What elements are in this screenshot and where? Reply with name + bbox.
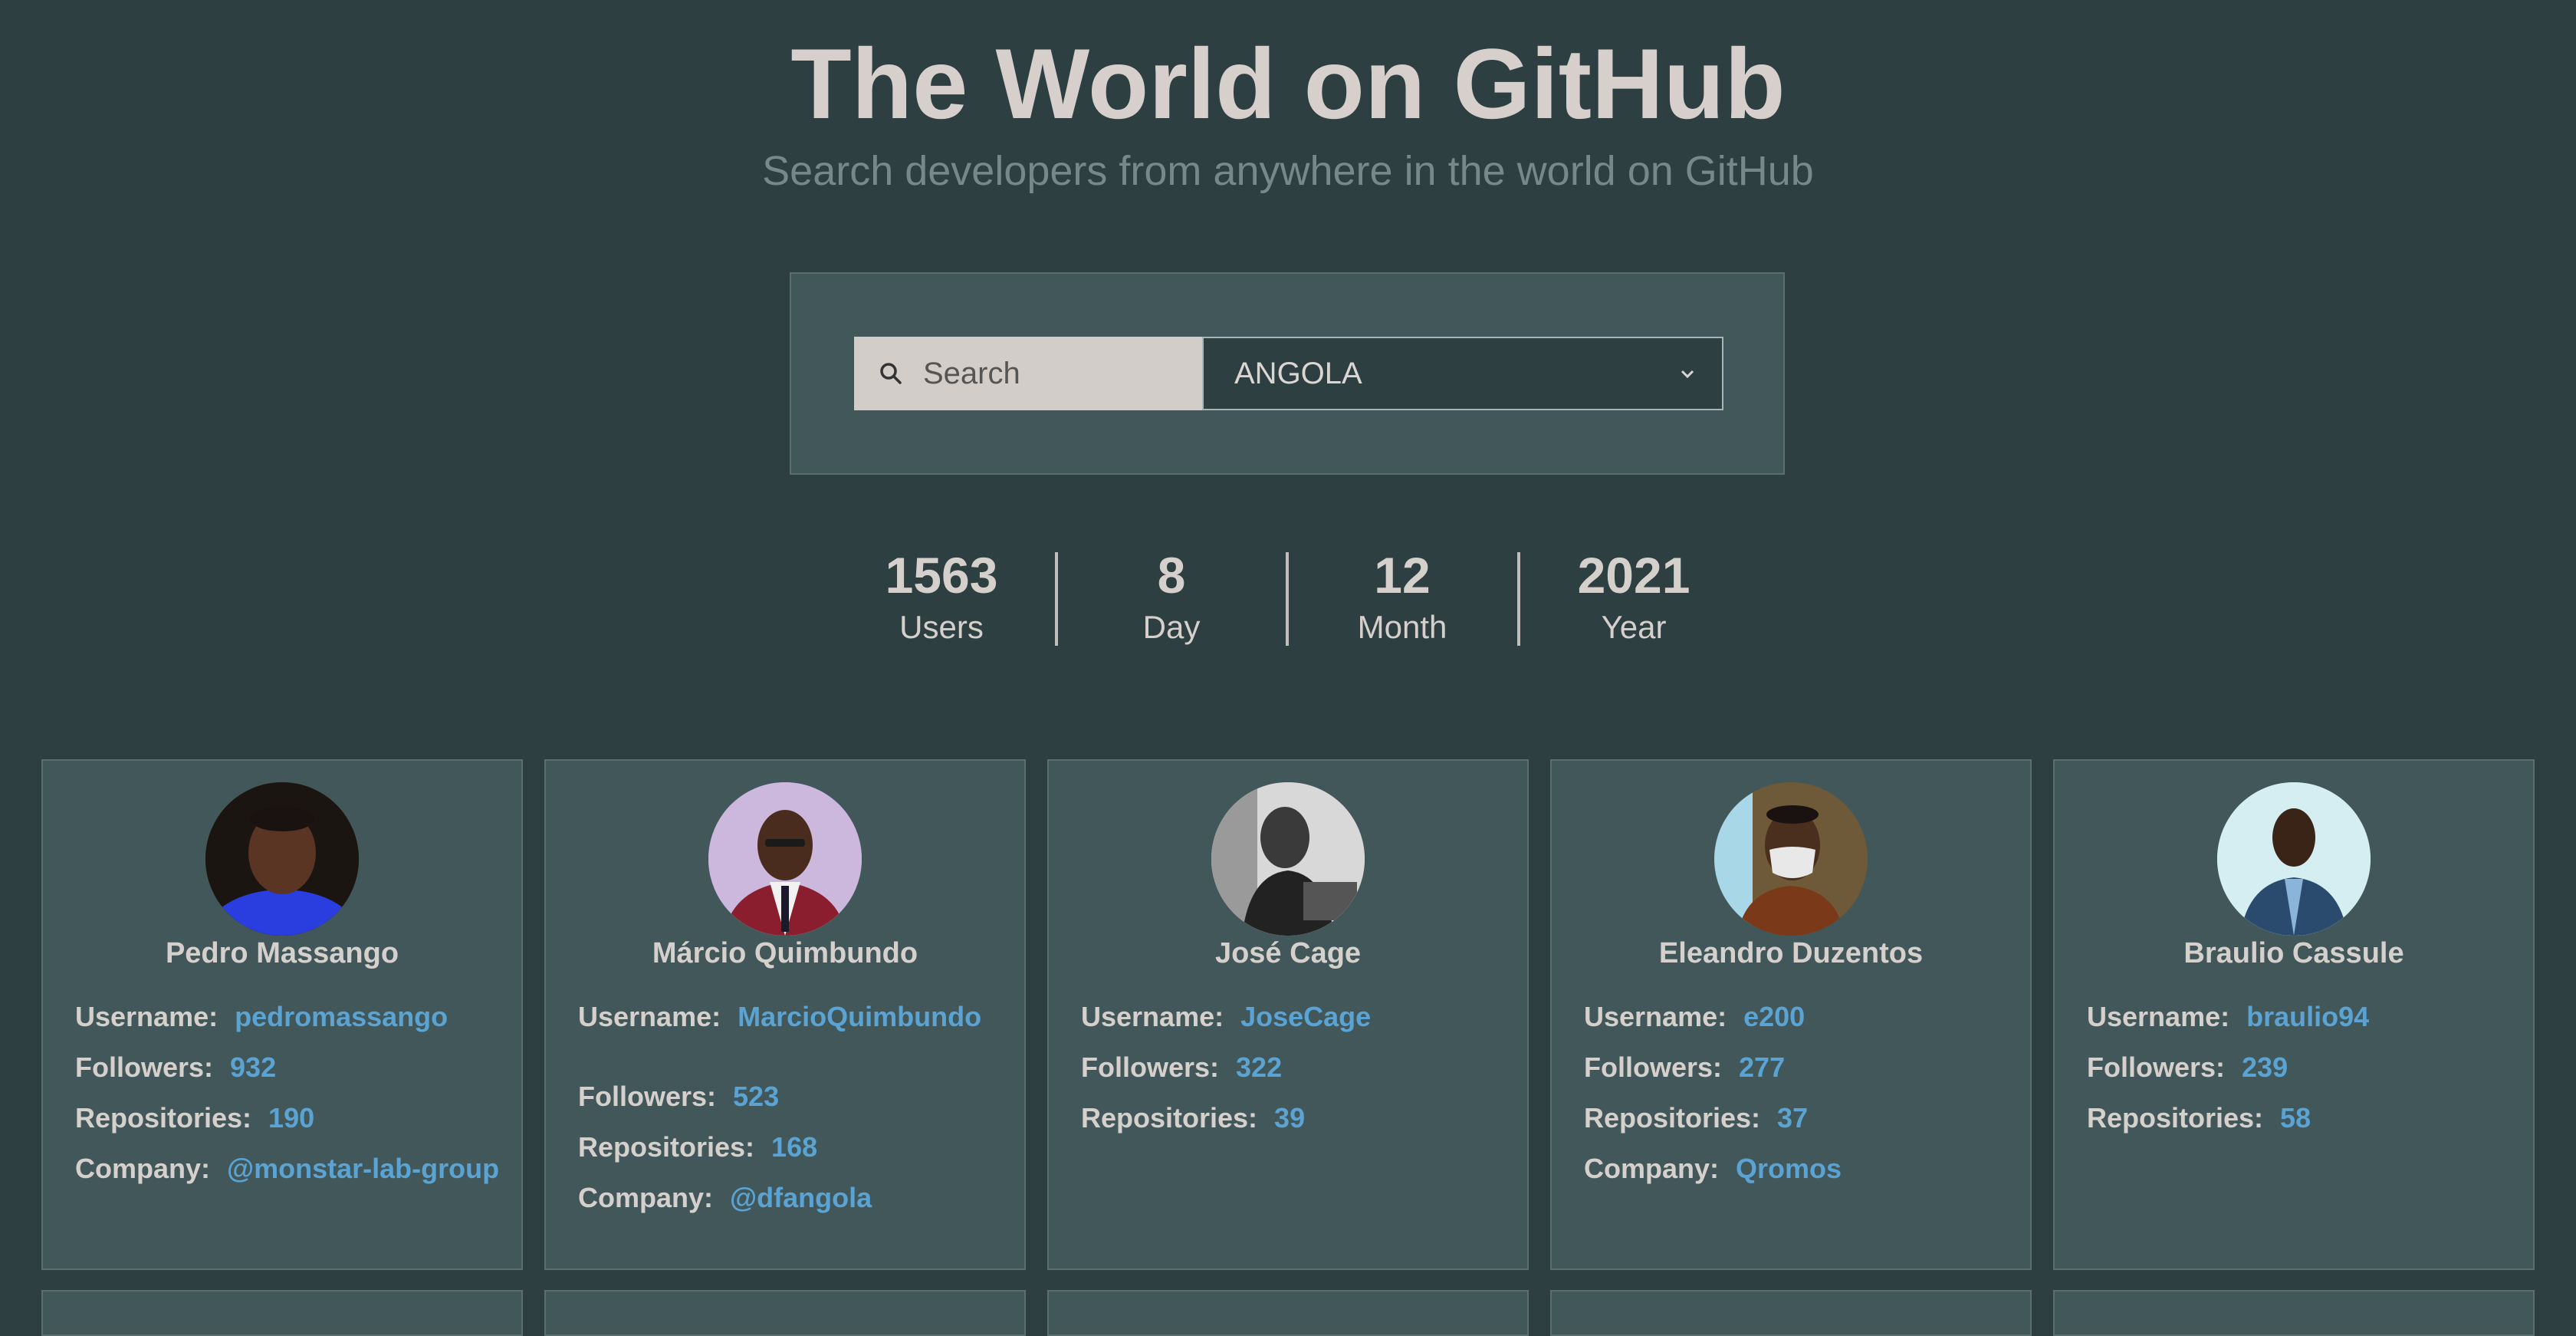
stat-year: 2021 Year <box>1519 543 1749 647</box>
info-repositories: Repositories: 39 <box>1081 1103 1510 1134</box>
followers-label: Followers: <box>75 1051 214 1083</box>
stat-value: 1563 <box>885 547 998 604</box>
username-link[interactable]: JoseCage <box>1240 1001 1371 1032</box>
username-label: Username: <box>578 1001 721 1032</box>
repositories-value[interactable]: 37 <box>1777 1102 1808 1134</box>
chevron-down-icon <box>1679 366 1696 383</box>
info-username: Username: MarcioQuimbundo <box>578 1002 1007 1032</box>
username-link[interactable]: MarcioQuimbundo <box>738 1001 981 1032</box>
user-name: José Cage <box>1214 937 1362 969</box>
company-label: Company: <box>1584 1153 1720 1184</box>
info-followers: Followers: 523 <box>578 1081 1007 1112</box>
user-name: Pedro Massango <box>165 937 399 969</box>
followers-label: Followers: <box>1081 1051 1220 1083</box>
info-repositories: Repositories: 58 <box>2087 1103 2516 1134</box>
info-company: Company: @dfangola <box>578 1183 1007 1213</box>
user-name: Braulio Cassule <box>2183 937 2404 969</box>
stat-value: 12 <box>1374 547 1431 604</box>
user-card[interactable] <box>41 1290 523 1336</box>
info-username: Username: braulio94 <box>2087 1002 2516 1032</box>
info-username: Username: JoseCage <box>1081 1002 1510 1032</box>
repositories-value[interactable]: 190 <box>268 1102 314 1134</box>
info-followers: Followers: 239 <box>2087 1052 2516 1083</box>
avatar[interactable] <box>1714 782 1868 936</box>
info-followers: Followers: 277 <box>1584 1052 2013 1083</box>
company-label: Company: <box>75 1153 211 1184</box>
followers-value[interactable]: 523 <box>733 1081 779 1112</box>
followers-value[interactable]: 277 <box>1739 1051 1785 1083</box>
stat-value: 2021 <box>1577 547 1691 604</box>
username-link[interactable]: braulio94 <box>2246 1001 2369 1032</box>
username-label: Username: <box>75 1001 219 1032</box>
company-link[interactable]: Qromos <box>1736 1153 1842 1184</box>
user-card[interactable] <box>1550 1290 2032 1336</box>
user-card[interactable]: Eleandro Duzentos Username: e200 Follower… <box>1550 759 2032 1270</box>
user-card[interactable] <box>2053 1290 2535 1336</box>
info-followers: Followers: 932 <box>75 1052 504 1083</box>
search-input[interactable] <box>854 337 1202 410</box>
user-name: Márcio Quimbundo <box>652 937 918 969</box>
repositories-value[interactable]: 58 <box>2280 1102 2311 1134</box>
followers-value[interactable]: 322 <box>1236 1051 1282 1083</box>
username-label: Username: <box>1584 1001 1727 1032</box>
username-label: Username: <box>2087 1001 2230 1032</box>
info-repositories: Repositories: 168 <box>578 1132 1007 1163</box>
followers-label: Followers: <box>2087 1051 2226 1083</box>
stat-month: 12 Month <box>1287 543 1517 647</box>
username-link[interactable]: pedromassango <box>235 1001 448 1032</box>
followers-label: Followers: <box>1584 1051 1723 1083</box>
page-subtitle: Search developers from anywhere in the w… <box>762 148 1814 194</box>
stat-day: 8 Day <box>1056 543 1286 647</box>
company-link[interactable]: @monstar-lab-group <box>227 1153 499 1184</box>
stat-users: 1563 Users <box>826 543 1056 647</box>
user-card[interactable] <box>544 1290 1026 1336</box>
info-followers: Followers: 322 <box>1081 1052 1510 1083</box>
followers-value[interactable]: 932 <box>230 1051 276 1083</box>
stat-label: Users <box>899 609 984 645</box>
repositories-value[interactable]: 39 <box>1274 1102 1305 1134</box>
followers-value[interactable]: 239 <box>2242 1051 2288 1083</box>
info-username: Username: pedromassango <box>75 1002 504 1032</box>
repositories-label: Repositories: <box>578 1131 755 1163</box>
repositories-value[interactable]: 168 <box>771 1131 817 1163</box>
user-card[interactable]: José Cage Username: JoseCage Followers: 32… <box>1047 759 1529 1270</box>
info-username: Username: e200 <box>1584 1002 2013 1032</box>
avatar[interactable] <box>205 782 359 936</box>
info-company: Company: Qromos <box>1584 1153 2013 1184</box>
stat-label: Day <box>1142 609 1201 645</box>
stat-value: 8 <box>1157 547 1186 604</box>
search-panel: ANGOLA <box>790 272 1785 475</box>
user-card[interactable]: Pedro Massango Username: pedromassango Fo… <box>41 759 523 1270</box>
search-box[interactable] <box>854 337 1202 410</box>
repositories-label: Repositories: <box>2087 1102 2264 1134</box>
repositories-label: Repositories: <box>1584 1102 1761 1134</box>
info-company: Company: @monstar-lab-group <box>75 1153 504 1184</box>
repositories-label: Repositories: <box>75 1102 252 1134</box>
user-name: Eleandro Duzentos <box>1658 937 1924 969</box>
page-title: The World on GitHub <box>790 28 1786 140</box>
stat-label: Year <box>1601 609 1667 645</box>
repositories-label: Repositories: <box>1081 1102 1258 1134</box>
followers-label: Followers: <box>578 1081 717 1112</box>
info-repositories: Repositories: 37 <box>1584 1103 2013 1134</box>
country-select[interactable]: ANGOLA <box>1202 337 1723 410</box>
username-label: Username: <box>1081 1001 1224 1032</box>
avatar[interactable] <box>2217 782 2371 936</box>
avatar[interactable] <box>708 782 862 936</box>
user-card[interactable]: Márcio Quimbundo Username: MarcioQuimbund… <box>544 759 1026 1270</box>
avatar[interactable] <box>1211 782 1365 936</box>
username-link[interactable]: e200 <box>1743 1001 1805 1032</box>
country-select-value: ANGOLA <box>1234 357 1362 390</box>
company-label: Company: <box>578 1182 714 1213</box>
stat-label: Month <box>1357 609 1447 645</box>
user-card[interactable] <box>1047 1290 1529 1336</box>
company-link[interactable]: @dfangola <box>730 1182 872 1213</box>
user-card[interactable]: Braulio Cassule Username: braulio94 Follo… <box>2053 759 2535 1270</box>
info-repositories: Repositories: 190 <box>75 1103 504 1134</box>
